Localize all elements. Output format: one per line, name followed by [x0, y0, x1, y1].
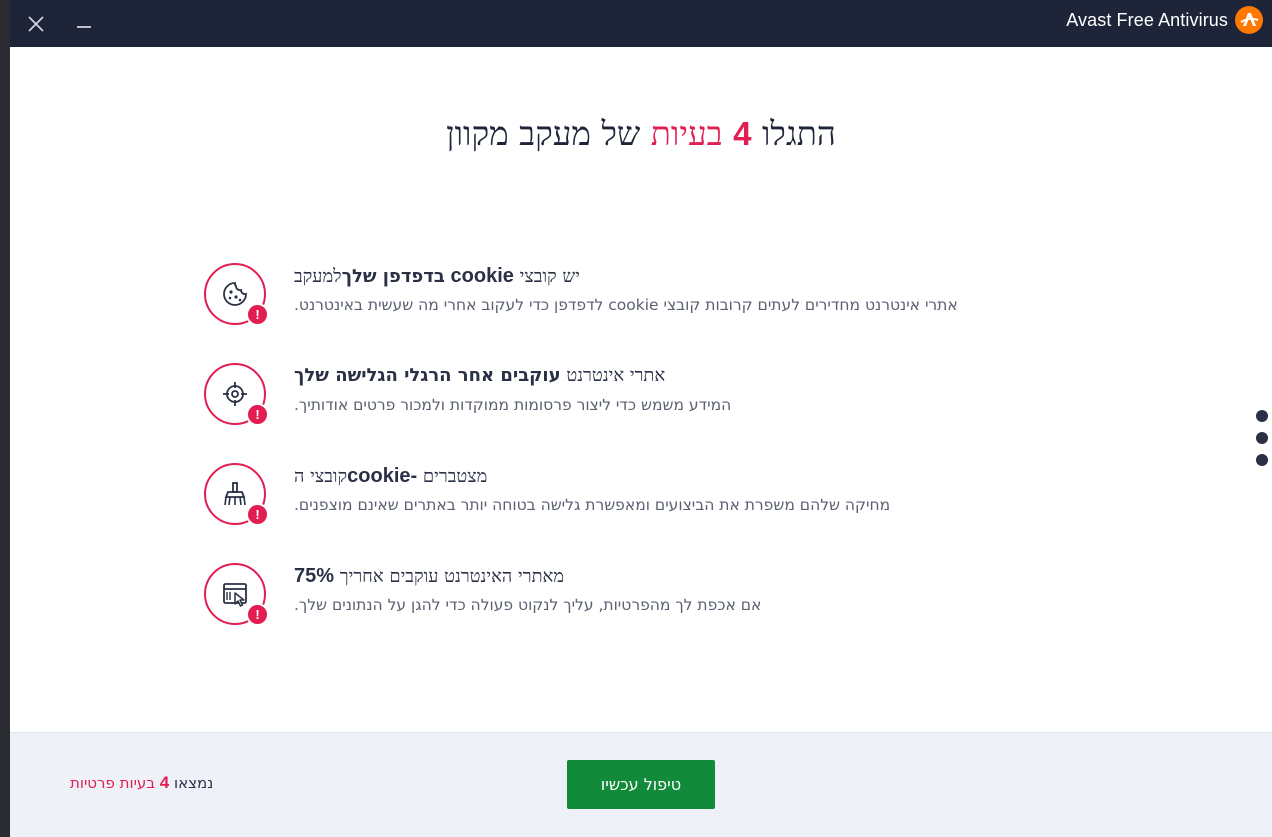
dot: [1256, 432, 1268, 444]
issue-description: אתרי אינטרנט מחדירים לעתים קרובות קובצי …: [294, 296, 958, 314]
cookie-icon: [223, 282, 247, 306]
issue-title-bold: -cookie: [347, 465, 418, 487]
issue-title: מאתרי האינטרנט עוקבים אחריך 75%: [294, 565, 564, 588]
issue-icon-wrap: !: [204, 563, 269, 626]
target-icon: [223, 382, 247, 406]
issue-icon-wrap: !: [204, 363, 269, 426]
issue-tracking-cookies: ! יש קובצי cookie בדפדפן שלךלמעקב אתרי א…: [204, 257, 1104, 357]
issue-description: אם אכפת לך מהפרטיות, עליך לנקוט פעולה כד…: [294, 596, 762, 614]
fix-now-button[interactable]: טיפול עכשיו: [567, 760, 715, 809]
headline-text-2: של מעקב מקוון: [446, 114, 641, 153]
issue-browsing-tracking: ! אתרי אינטרנט עוקבים אחר הרגלי הגלישה ש…: [204, 357, 1104, 457]
status-text: נמצאו: [174, 774, 214, 792]
more-vertical-icon[interactable]: [1256, 410, 1268, 476]
issue-title: יש קובצי cookie בדפדפן שלךלמעקב: [294, 265, 580, 288]
issue-title-part: מאתרי האינטרנט עוקבים אחריך: [339, 566, 565, 587]
alert-badge: !: [246, 303, 269, 326]
app-brand: Avast Free Antivirus: [1066, 5, 1264, 35]
status-highlight: בעיות פרטיות: [70, 774, 155, 792]
headline-highlight: בעיות: [650, 114, 723, 153]
alert-badge: !: [246, 603, 269, 626]
alert-badge: !: [246, 403, 269, 426]
headline-text-1: התגלו: [761, 114, 836, 153]
issue-title-part: מצטברים: [422, 466, 488, 487]
app-name: Avast Free Antivirus: [1066, 9, 1228, 30]
issue-title-part-2: קובצי ה: [294, 466, 348, 487]
browser-cursor-icon: [223, 583, 247, 607]
issue-title-part: יש קובצי: [519, 266, 580, 287]
issue-title-bold: 75%: [294, 565, 335, 587]
dot: [1256, 454, 1268, 466]
avast-logo-icon: [1235, 6, 1263, 34]
issue-title-bold: עוקבים אחר הרגלי הגלישה שלך: [294, 365, 561, 386]
issue-icon-wrap: !: [204, 463, 269, 526]
issue-accumulated-cookies: ! מצטברים -cookieקובצי ה מחיקה שלהם משפר…: [204, 457, 1104, 557]
alert-badge: !: [246, 503, 269, 526]
issue-tracking-websites: ! מאתרי האינטרנט עוקבים אחריך 75% אם אכפ…: [204, 557, 1104, 657]
close-button[interactable]: [19, 7, 53, 41]
minimize-icon: [77, 26, 91, 28]
issue-description: מחיקה שלהם משפרת את הביצועים ומאפשרת גלי…: [294, 496, 891, 514]
page-headline: התגלו 4 בעיות של מעקב מקוון: [10, 112, 1272, 156]
issue-title-bold-2: בדפדפן שלך: [341, 266, 445, 287]
issue-title: מצטברים -cookieקובצי ה: [294, 465, 487, 488]
issues-list: ! יש קובצי cookie בדפדפן שלךלמעקב אתרי א…: [204, 257, 1104, 657]
issue-icon-wrap: !: [204, 263, 269, 326]
headline-count: 4: [733, 115, 752, 152]
close-icon: [28, 16, 44, 32]
issue-title: אתרי אינטרנט עוקבים אחר הרגלי הגלישה שלך: [294, 365, 665, 386]
issue-description: המידע משמש כדי ליצור פרסומות ממוקדות ולמ…: [294, 396, 732, 414]
issues-found-status: נמצאו 4 בעיות פרטיות: [70, 773, 213, 793]
issue-title-bold: cookie: [450, 265, 514, 287]
issue-title-part: אתרי אינטרנט: [566, 365, 666, 386]
app-window: Avast Free Antivirus התגלו 4 בעיות של מע…: [10, 0, 1272, 837]
status-count: 4: [159, 773, 170, 792]
footer-bar: נמצאו 4 בעיות פרטיות טיפול עכשיו: [10, 732, 1272, 837]
broom-icon: [224, 482, 246, 506]
title-bar: Avast Free Antivirus: [10, 0, 1272, 47]
dot: [1256, 410, 1268, 422]
issue-title-tail: למעקב: [294, 266, 342, 287]
minimize-button[interactable]: [67, 7, 101, 41]
